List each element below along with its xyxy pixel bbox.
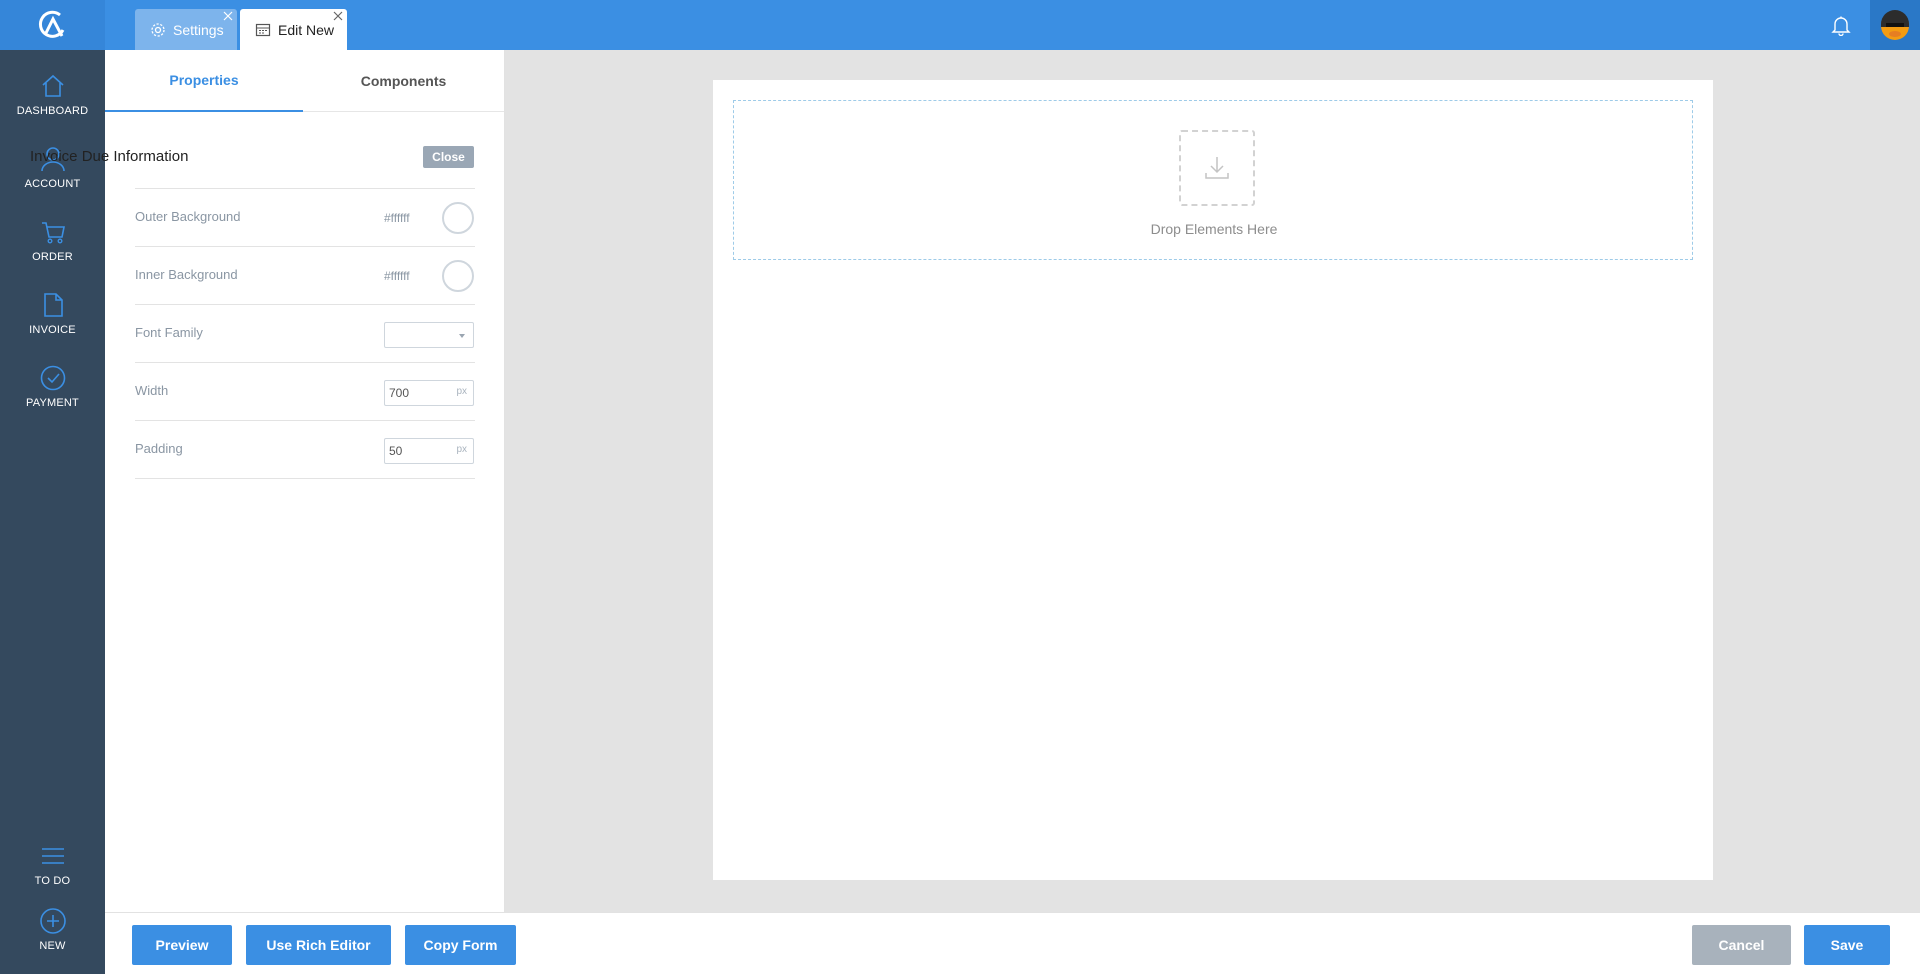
sidebar-item-dashboard[interactable]: DASHBOARD xyxy=(0,72,105,117)
padding-unit: px xyxy=(456,444,467,455)
outer-background-swatch[interactable] xyxy=(442,202,474,234)
save-button[interactable]: Save xyxy=(1804,925,1890,965)
padding-field: px xyxy=(384,438,474,464)
sidebar-item-label: ACCOUNT xyxy=(24,178,81,190)
download-icon xyxy=(1179,130,1255,206)
drop-zone[interactable]: Drop Elements Here xyxy=(733,100,1693,260)
calendar-icon xyxy=(254,21,272,39)
close-icon[interactable] xyxy=(223,11,233,21)
width-label: Width xyxy=(135,383,169,398)
width-row: Width px xyxy=(135,362,475,420)
tab-settings[interactable]: Settings xyxy=(135,9,237,50)
logo-icon xyxy=(38,10,64,38)
tab-components[interactable]: Components xyxy=(303,50,504,112)
panel-tabs: Properties Components xyxy=(105,50,504,112)
font-family-row: Font Family xyxy=(135,304,475,362)
inner-background-label: Inner Background xyxy=(135,267,238,282)
home-icon xyxy=(41,74,64,97)
sidebar-item-label: PAYMENT xyxy=(26,397,79,409)
padding-input[interactable] xyxy=(389,442,449,460)
bell-icon[interactable] xyxy=(1830,14,1852,36)
divider xyxy=(135,478,475,479)
sidebar-item-label: ORDER xyxy=(32,251,73,263)
preview-button[interactable]: Preview xyxy=(132,925,232,965)
width-field: px xyxy=(384,380,474,406)
top-bar: Settings Edit New xyxy=(0,0,1920,50)
width-input[interactable] xyxy=(389,384,449,402)
app-logo[interactable] xyxy=(0,0,105,50)
copy-form-button[interactable]: Copy Form xyxy=(405,925,516,965)
sidebar-item-label: NEW xyxy=(39,940,66,952)
chevron-down-icon xyxy=(459,334,465,338)
avatar-image xyxy=(1881,10,1909,40)
plus-circle-icon xyxy=(39,908,66,934)
cart-icon xyxy=(41,222,65,244)
sidebar-item-label: TO DO xyxy=(34,875,71,887)
tab-label: Settings xyxy=(173,21,224,38)
close-button[interactable]: Close xyxy=(423,146,474,168)
check-circle-icon xyxy=(40,365,65,391)
form-canvas: Drop Elements Here xyxy=(713,80,1713,880)
gear-icon xyxy=(149,21,167,39)
tab-label: Edit New xyxy=(278,21,335,38)
outer-background-row: Outer Background #ffffff xyxy=(135,188,475,246)
padding-row: Padding px xyxy=(135,420,475,478)
sidebar: DASHBOARD ACCOUNT ORDER INVOICE PAYMENT xyxy=(0,50,105,974)
sidebar-item-invoice[interactable]: INVOICE xyxy=(0,291,105,336)
font-family-select[interactable] xyxy=(384,322,474,348)
inner-background-row: Inner Background #ffffff xyxy=(135,246,475,304)
sidebar-item-todo[interactable]: TO DO xyxy=(0,842,105,887)
section-title: Invoice Due Information xyxy=(30,148,189,165)
avatar[interactable] xyxy=(1870,0,1920,50)
tab-edit-new[interactable]: Edit New xyxy=(240,9,347,50)
width-unit: px xyxy=(456,386,467,397)
list-icon xyxy=(41,848,64,864)
sidebar-item-new[interactable]: NEW xyxy=(0,907,105,952)
outer-background-label: Outer Background xyxy=(135,209,241,224)
use-rich-editor-button[interactable]: Use Rich Editor xyxy=(246,925,391,965)
sidebar-item-label: DASHBOARD xyxy=(16,105,89,117)
document-icon xyxy=(43,293,63,317)
footer-toolbar: Preview Use Rich Editor Copy Form Cancel… xyxy=(105,912,1920,974)
sidebar-item-order[interactable]: ORDER xyxy=(0,218,105,263)
drop-text: Drop Elements Here xyxy=(1150,221,1278,237)
padding-label: Padding xyxy=(135,441,183,456)
sidebar-item-label: INVOICE xyxy=(29,324,76,336)
close-icon[interactable] xyxy=(333,11,343,21)
tab-properties[interactable]: Properties xyxy=(105,50,303,112)
properties-panel: Properties Components xyxy=(105,50,505,912)
cancel-button[interactable]: Cancel xyxy=(1692,925,1791,965)
font-family-label: Font Family xyxy=(135,325,203,340)
inner-background-swatch[interactable] xyxy=(442,260,474,292)
outer-background-value: #ffffff xyxy=(384,211,410,225)
inner-background-value: #ffffff xyxy=(384,269,410,283)
sidebar-item-payment[interactable]: PAYMENT xyxy=(0,364,105,409)
